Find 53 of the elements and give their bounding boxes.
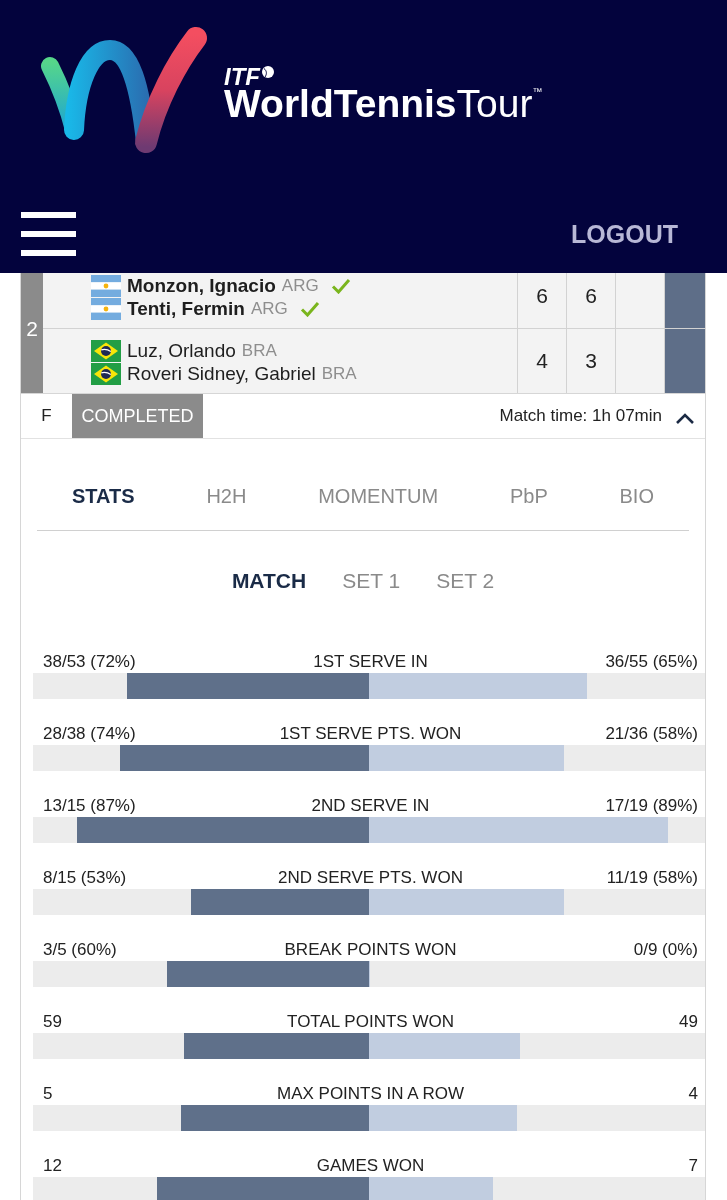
player-name: Luz, Orlando: [127, 340, 236, 362]
stat-label: GAMES WON: [316, 1155, 425, 1177]
status-badge: COMPLETED: [72, 394, 203, 438]
tab[interactable]: BIO: [619, 474, 654, 518]
stat-label: TOTAL POINTS WON: [287, 1011, 454, 1033]
stat-label: BREAK POINTS WON: [284, 939, 457, 961]
menu-icon[interactable]: [21, 212, 76, 256]
stat-value: 3/5 (60%): [43, 939, 118, 961]
stat-label: 2ND SERVE IN: [311, 795, 430, 817]
score-cell: 4: [517, 329, 566, 393]
match-time-text: Match time: 1h 07min: [499, 405, 662, 427]
stat-label: 2ND SERVE PTS. WON: [278, 867, 463, 889]
score-cell: 3: [566, 329, 615, 393]
tab[interactable]: STATS: [72, 474, 135, 518]
period-tab[interactable]: MATCH: [231, 559, 307, 603]
stat-label: 1ST SERVE IN: [313, 651, 428, 673]
country-code: ARG: [250, 299, 288, 319]
player-name: Monzon, Ignacio: [127, 275, 276, 297]
stat-label: 1ST SERVE PTS. WON: [279, 723, 462, 745]
stat-value: 59: [43, 1011, 63, 1033]
match-number-strip: 2: [21, 273, 43, 393]
stat-value: 17/19 (89%): [604, 795, 698, 817]
stat-value: 7: [687, 1155, 698, 1177]
stat-value: 36/55 (65%): [604, 651, 698, 673]
period-tab[interactable]: SET 2: [436, 559, 495, 603]
player-name: Roveri Sidney, Gabriel: [127, 363, 316, 385]
stat-value: 8/15 (53%): [43, 867, 128, 889]
stat-value: 28/38 (74%): [43, 723, 137, 745]
country-code: BRA: [321, 364, 357, 384]
stat-value: 13/15 (87%): [43, 795, 137, 817]
logout-link[interactable]: LOGOUT: [571, 219, 678, 249]
period-tab[interactable]: SET 1: [342, 559, 401, 603]
tab[interactable]: PbP: [509, 474, 548, 518]
stat-value: 11/19 (58%): [605, 867, 698, 889]
stat-value: 0/9 (0%): [632, 939, 698, 961]
stat-value: 5: [43, 1083, 54, 1105]
stat-value: 12: [43, 1155, 63, 1177]
stat-value: 49: [678, 1011, 698, 1033]
stat-value: 4: [687, 1083, 698, 1105]
country-code: ARG: [281, 276, 319, 296]
brazil-flag-icon: [91, 363, 121, 385]
stat-label: MAX POINTS IN A ROW: [277, 1083, 464, 1105]
chevron-up-icon[interactable]: [675, 412, 695, 424]
player-name: Tenti, Fermin: [127, 298, 245, 320]
brazil-flag-icon: [91, 340, 121, 362]
country-code: BRA: [241, 341, 277, 361]
stat-value: 38/53 (72%): [43, 651, 137, 673]
tennis-ball-icon: [262, 66, 274, 78]
argentina-flag-icon: [91, 298, 121, 320]
round-label: F: [40, 405, 53, 427]
stat-value: 21/36 (58%): [604, 723, 698, 745]
tab[interactable]: H2H: [206, 474, 247, 518]
tab[interactable]: MOMENTUM: [318, 474, 439, 518]
